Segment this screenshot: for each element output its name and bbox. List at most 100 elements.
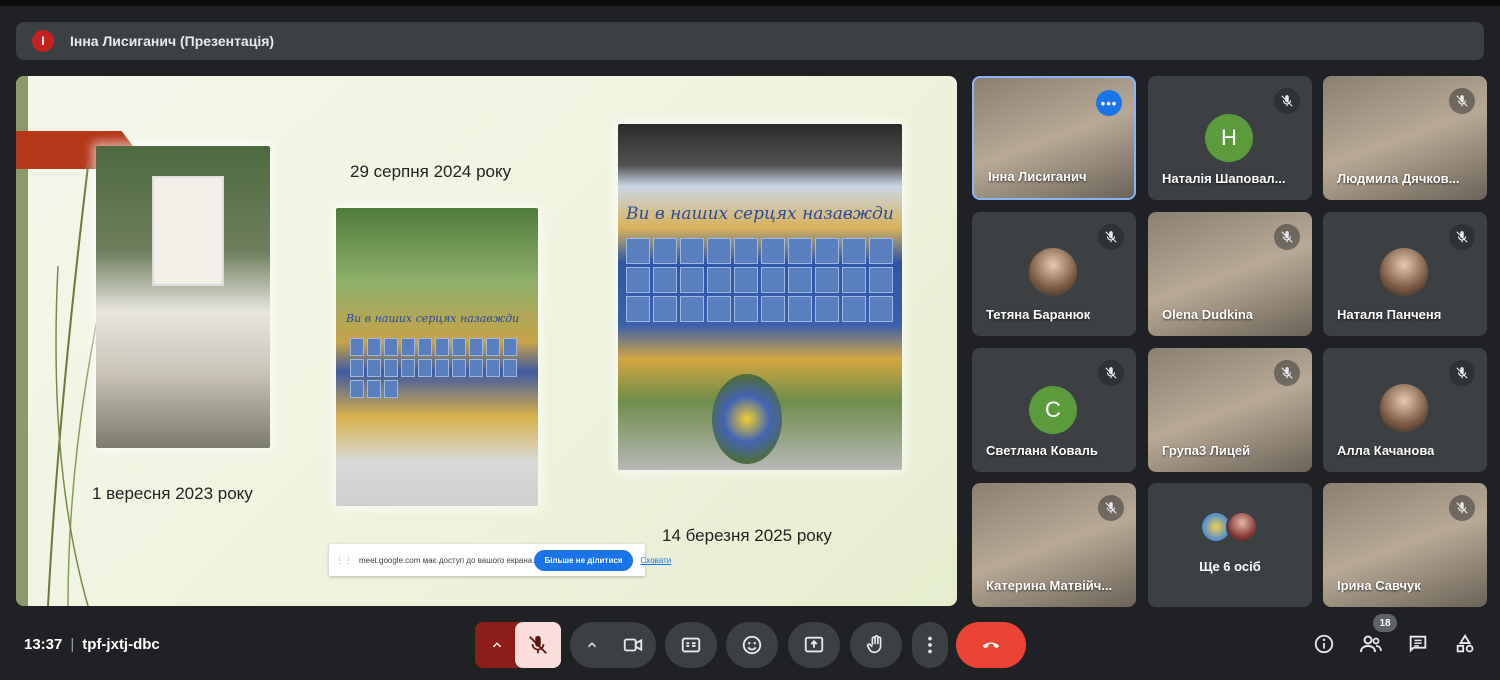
captions-button[interactable] (665, 622, 717, 668)
portrait-tile (761, 296, 785, 322)
drag-handle-icon[interactable]: ⋮⋮ (335, 555, 353, 566)
memorial-photo-2023 (96, 146, 270, 448)
flower-bouquet (712, 374, 782, 464)
people-icon (1360, 635, 1382, 653)
more-options-button[interactable] (912, 622, 948, 668)
end-call-icon (982, 642, 1000, 649)
portrait-tile (815, 296, 839, 322)
portrait-tile (869, 238, 893, 264)
participant-tile[interactable]: С Светлана Коваль (972, 348, 1136, 472)
divider: | (70, 636, 75, 653)
portrait-tile (653, 267, 677, 293)
memorial-photo-2025: Ви в наших серцях назавжди (618, 124, 902, 470)
participant-name: Наталія Шаповал... (1162, 171, 1286, 186)
avatar (1226, 511, 1258, 543)
share-notice-text: meet.google.com має доступ до вашого екр… (359, 555, 535, 565)
portrait-tile (734, 267, 758, 293)
participant-tile[interactable]: Н Наталія Шаповал... (1148, 76, 1312, 200)
portrait-tile (469, 359, 483, 377)
portrait-grid (626, 238, 893, 322)
memorial-photo-2024: Ви в наших серцях назавжди (336, 208, 538, 506)
portrait-tile (469, 338, 483, 356)
portrait-tile (384, 380, 398, 398)
portrait-tile (350, 380, 364, 398)
more-options-icon[interactable]: ••• (1096, 90, 1122, 116)
portrait-tile (503, 359, 517, 377)
participant-tile[interactable]: Тетяна Баранюк (972, 212, 1136, 336)
more-participants-avatars (1200, 511, 1260, 547)
portrait-tile (761, 238, 785, 264)
raise-hand-button[interactable] (850, 622, 902, 668)
video-options-button[interactable] (570, 622, 614, 668)
mic-toggle-button[interactable] (515, 622, 561, 668)
portrait-tile (815, 267, 839, 293)
stop-sharing-button[interactable]: Більше не ділитися (534, 549, 633, 571)
participant-tile[interactable]: Катерина Матвійч... (972, 483, 1136, 607)
mic-off-icon (1449, 495, 1475, 521)
participant-name: Наталя Панченя (1337, 307, 1442, 322)
meeting-details-button[interactable] (1308, 628, 1340, 660)
presenter-avatar: І (32, 30, 54, 52)
portrait-tile (418, 338, 432, 356)
portrait-grid (350, 338, 517, 398)
portrait-tile (734, 296, 758, 322)
participant-name: Светлана Коваль (986, 443, 1098, 458)
portrait-tile (384, 338, 398, 356)
activities-button[interactable] (1449, 628, 1481, 660)
participant-name: Група3 Лицей (1162, 443, 1251, 458)
portrait-tile (401, 338, 415, 356)
portrait-tile (788, 267, 812, 293)
portrait-tile (418, 359, 432, 377)
portrait-tile (680, 267, 704, 293)
participant-tile[interactable]: Olena Dudkina (1148, 212, 1312, 336)
portrait-tile (626, 267, 650, 293)
portrait-tile (401, 359, 415, 377)
mic-off-icon (1274, 360, 1300, 386)
portrait-tile (707, 296, 731, 322)
portrait-tile (626, 238, 650, 264)
participant-tile[interactable]: Людмила Дячков... (1323, 76, 1487, 200)
mic-off-icon (1449, 224, 1475, 250)
reactions-button[interactable] (726, 622, 778, 668)
portrait-tile (350, 359, 364, 377)
people-button[interactable] (1355, 628, 1387, 660)
portrait-tile (653, 238, 677, 264)
portrait-tile (486, 338, 500, 356)
participant-name: Ірина Савчук (1337, 578, 1421, 593)
participant-tile[interactable]: Група3 Лицей (1148, 348, 1312, 472)
chat-button[interactable] (1402, 628, 1434, 660)
avatar (1380, 384, 1428, 432)
mic-off-icon (1098, 360, 1124, 386)
mic-off-icon (1098, 495, 1124, 521)
participant-name: Катерина Матвійч... (986, 578, 1113, 593)
people-count-badge: 18 (1373, 614, 1397, 632)
banner-text: Ви в наших серцях назавжди (626, 204, 894, 224)
present-icon (804, 636, 824, 653)
portrait-tile (626, 296, 650, 322)
participant-name: Інна Лисиганич (988, 169, 1087, 184)
present-button[interactable] (788, 622, 840, 668)
portrait-tile (842, 296, 866, 322)
meeting-info: 13:37 | tpf-jxtj-dbc (24, 636, 160, 653)
end-call-button[interactable] (956, 622, 1026, 668)
more-participants-label: Ще 6 осіб (1199, 559, 1261, 574)
audio-options-button[interactable] (475, 622, 519, 668)
portrait-tile (680, 296, 704, 322)
mic-off-icon (1449, 88, 1475, 114)
hide-notice-link[interactable]: Сховати (641, 556, 672, 565)
portrait-tile (653, 296, 677, 322)
participant-tile[interactable]: Наталя Панченя (1323, 212, 1487, 336)
more-participants-tile[interactable]: Ще 6 осіб (1148, 483, 1312, 607)
avatar: Н (1205, 114, 1253, 162)
chat-icon (1409, 635, 1427, 653)
mic-off-icon (1274, 88, 1300, 114)
portrait-tile (367, 338, 381, 356)
participant-name: Людмила Дячков... (1337, 171, 1460, 186)
portrait-tile (367, 359, 381, 377)
participant-tile[interactable]: Алла Качанова (1323, 348, 1487, 472)
portrait-tile (680, 238, 704, 264)
participant-tile[interactable]: ••• Інна Лисиганич (972, 76, 1136, 200)
participant-tile[interactable]: Ірина Савчук (1323, 483, 1487, 607)
meeting-code[interactable]: tpf-jxtj-dbc (82, 636, 159, 653)
camera-toggle-button[interactable] (610, 622, 656, 668)
